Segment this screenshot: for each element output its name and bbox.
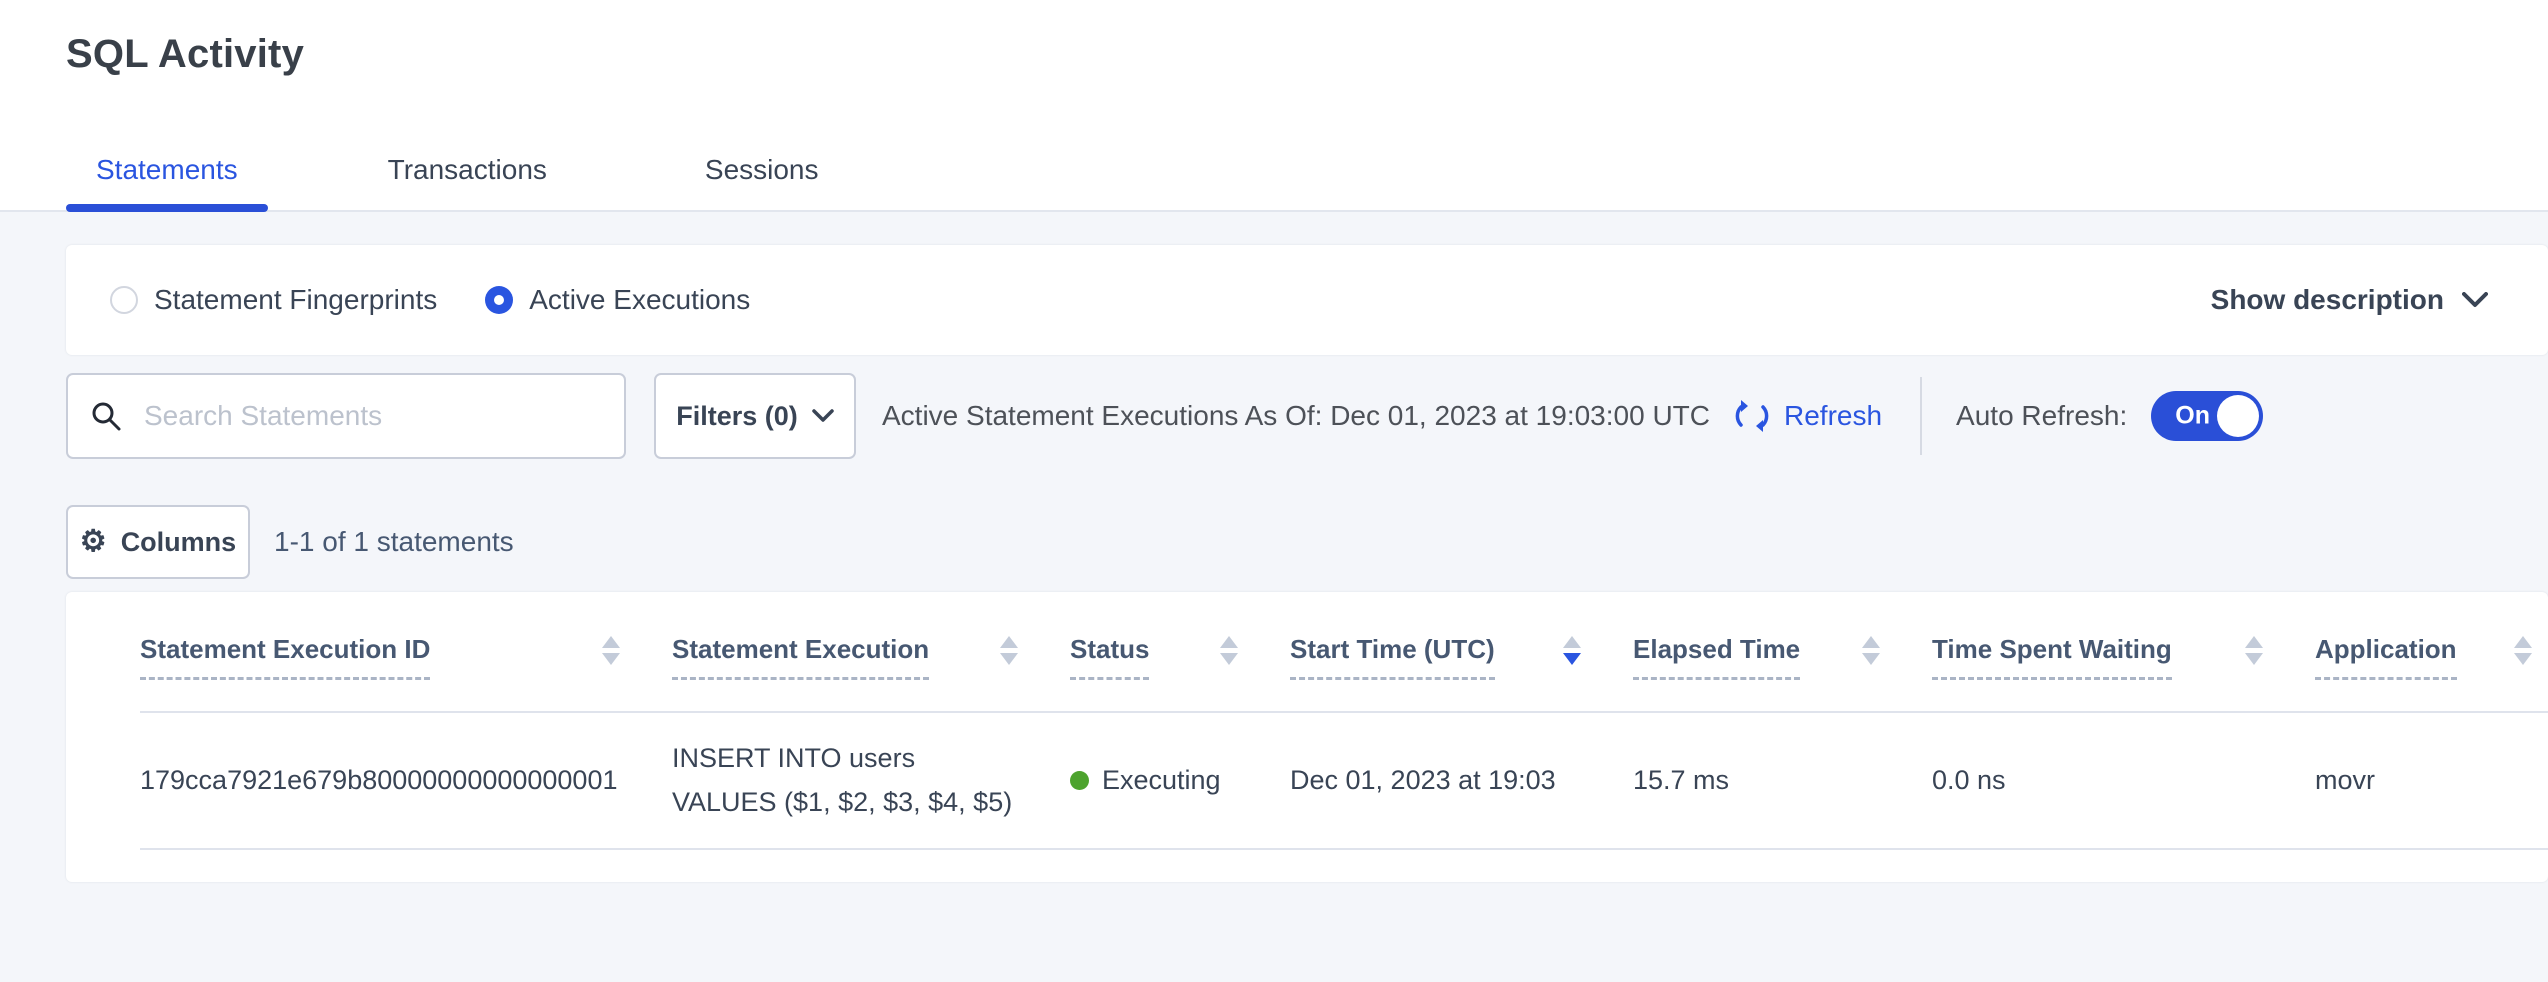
table-row[interactable]: 179cca7921e679b80000000000000001 INSERT … <box>140 713 2548 850</box>
columns-button[interactable]: ⚙ Columns <box>66 505 250 579</box>
filters-button[interactable]: Filters (0) <box>654 373 856 459</box>
show-description-button[interactable]: Show description <box>2211 284 2488 316</box>
result-count: 1-1 of 1 statements <box>274 526 514 558</box>
auto-refresh-label: Auto Refresh: <box>1956 400 2127 432</box>
column-label[interactable]: Start Time (UTC) <box>1290 634 1495 680</box>
table-header-row: Statement Execution ID Statement Executi… <box>140 592 2548 713</box>
column-header-start-time[interactable]: Start Time (UTC) <box>1290 634 1633 680</box>
tab-bar: Statements Transactions Sessions <box>66 154 881 212</box>
status-label: Executing <box>1102 765 1221 796</box>
column-header-application[interactable]: Application <box>2315 634 2548 680</box>
cell-start-time: Dec 01, 2023 at 19:03 <box>1290 765 1633 796</box>
column-label[interactable]: Statement Execution ID <box>140 634 430 680</box>
tab-sessions[interactable]: Sessions <box>675 154 849 212</box>
page-header: SQL Activity Statements Transactions Ses… <box>0 0 2548 212</box>
radio-label-statement-fingerprints: Statement Fingerprints <box>154 284 437 316</box>
toggle-state-label: On <box>2175 402 2210 431</box>
search-icon <box>90 400 122 432</box>
column-header-status[interactable]: Status <box>1070 634 1290 680</box>
cell-application: movr <box>2315 765 2548 796</box>
radio-active-executions[interactable]: Active Executions <box>485 284 750 316</box>
tab-statements[interactable]: Statements <box>66 154 268 212</box>
cell-time-spent-waiting: 0.0 ns <box>1932 765 2315 796</box>
chevron-down-icon <box>2462 292 2488 308</box>
toggle-knob <box>2217 395 2259 437</box>
statement-text: INSERT INTO users VALUES ($1, $2, $3, $4… <box>672 737 1018 823</box>
toolbar: Filters (0) Active Statement Executions … <box>66 373 2548 459</box>
cell-execution-id[interactable]: 179cca7921e679b80000000000000001 <box>140 765 672 796</box>
column-label[interactable]: Status <box>1070 634 1149 680</box>
gear-icon: ⚙ <box>80 527 107 557</box>
column-header-statement-execution[interactable]: Statement Execution <box>672 634 1070 680</box>
table-controls: ⚙ Columns 1-1 of 1 statements <box>66 505 514 579</box>
chevron-down-icon <box>812 409 834 423</box>
search-box[interactable] <box>66 373 626 459</box>
column-label[interactable]: Application <box>2315 634 2457 680</box>
sort-arrows-icon[interactable] <box>602 636 620 665</box>
as-of-timestamp: Active Statement Executions As Of: Dec 0… <box>882 400 1710 432</box>
divider <box>1920 377 1922 455</box>
radio-label-active-executions: Active Executions <box>529 284 750 316</box>
sort-arrows-icon[interactable] <box>2245 636 2263 665</box>
sort-arrows-icon[interactable] <box>1862 636 1880 665</box>
status-dot-icon <box>1070 771 1089 790</box>
radio-selected-icon <box>485 286 513 314</box>
cell-elapsed-time: 15.7 ms <box>1633 765 1932 796</box>
statements-table: Statement Execution ID Statement Executi… <box>66 592 2548 882</box>
column-header-statement-execution-id[interactable]: Statement Execution ID <box>140 634 672 680</box>
auto-refresh-toggle[interactable]: On <box>2151 391 2263 441</box>
column-label[interactable]: Time Spent Waiting <box>1932 634 2172 680</box>
show-description-label: Show description <box>2211 284 2444 316</box>
search-input[interactable] <box>144 400 602 432</box>
radio-unselected-icon <box>110 286 138 314</box>
refresh-icon <box>1732 396 1772 436</box>
tab-transactions[interactable]: Transactions <box>358 154 577 212</box>
page-title: SQL Activity <box>66 32 304 77</box>
cell-statement: INSERT INTO users VALUES ($1, $2, $3, $4… <box>672 737 1070 823</box>
columns-label: Columns <box>121 527 237 558</box>
cell-status: Executing <box>1070 765 1290 796</box>
column-header-time-spent-waiting[interactable]: Time Spent Waiting <box>1932 634 2315 680</box>
column-label[interactable]: Statement Execution <box>672 634 929 680</box>
sort-arrows-icon[interactable] <box>1220 636 1238 665</box>
refresh-label: Refresh <box>1784 400 1882 432</box>
column-label[interactable]: Elapsed Time <box>1633 634 1800 680</box>
refresh-button[interactable]: Refresh <box>1732 396 1882 436</box>
filters-label: Filters (0) <box>676 401 798 432</box>
view-mode-card: Statement Fingerprints Active Executions… <box>66 245 2548 355</box>
radio-statement-fingerprints[interactable]: Statement Fingerprints <box>110 284 437 316</box>
sort-arrows-icon[interactable] <box>2514 636 2532 665</box>
sort-arrows-icon[interactable] <box>1563 636 1581 665</box>
column-header-elapsed-time[interactable]: Elapsed Time <box>1633 634 1932 680</box>
sort-arrows-icon[interactable] <box>1000 636 1018 665</box>
